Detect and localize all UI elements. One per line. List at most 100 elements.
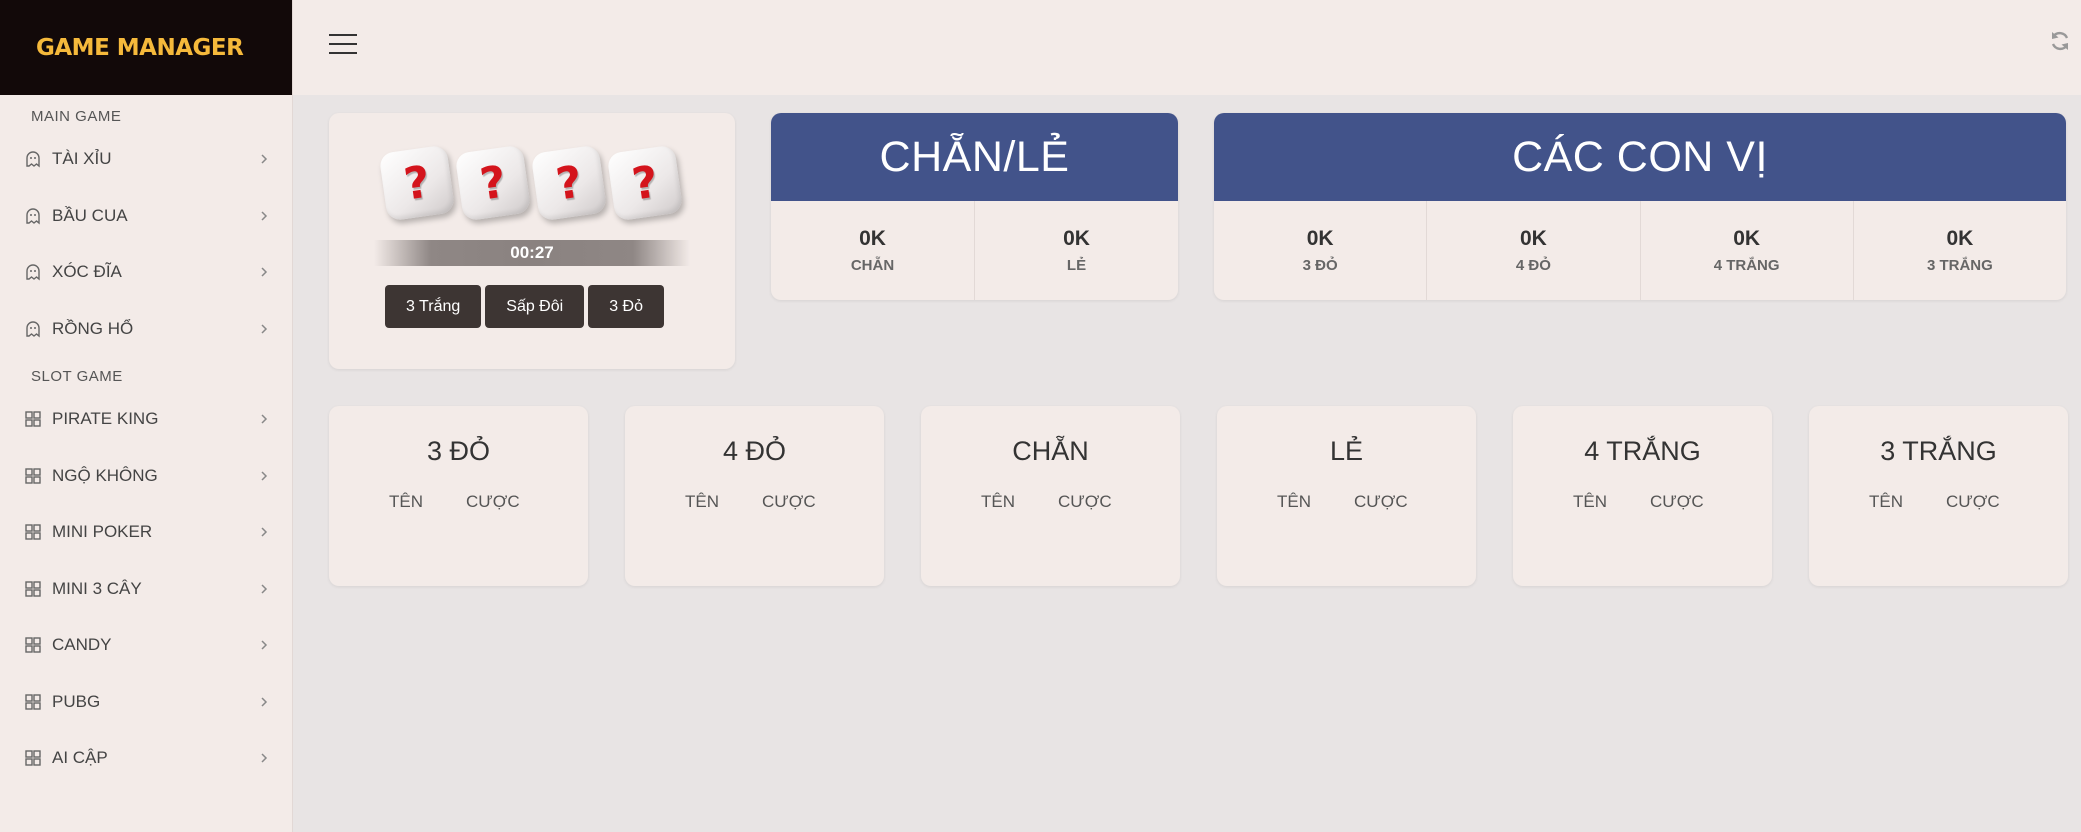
chevron-right-icon <box>258 526 270 538</box>
die-face: ? <box>628 155 662 211</box>
bet-result-columns: TÊN CƯỢC <box>1277 492 1408 512</box>
sidebar-item[interactable]: CANDY <box>0 617 292 674</box>
sidebar: GAME MANAGER MAIN GAME TÀI XỈU BẦU CUA XÓC … <box>0 0 293 832</box>
sidebar-item-label: XÓC ĐĨA <box>52 262 122 282</box>
sidebar-item-label: MINI POKER <box>52 522 153 542</box>
chevron-right-icon <box>258 413 270 425</box>
sidebar-item-label: PIRATE KING <box>52 409 159 429</box>
four-white-total: 0K <box>1733 227 1761 250</box>
bet-result-columns: TÊN CƯỢC <box>1869 492 2000 512</box>
chevron-right-icon <box>258 153 270 165</box>
bet-result-title: 4 ĐỎ <box>722 436 787 466</box>
chevron-right-icon <box>258 266 270 278</box>
ghost-icon <box>24 263 42 281</box>
three-red-button[interactable]: 3 Đỏ <box>588 285 664 328</box>
countdown-bar: 00:27 <box>374 240 690 266</box>
name-column-header: TÊN <box>685 492 719 511</box>
even-label: CHẴN <box>850 257 895 274</box>
sidebar-item-label: PUBG <box>52 691 101 711</box>
sidebar-item[interactable]: XÓC ĐĨA <box>0 244 292 301</box>
grid-icon <box>24 523 42 541</box>
bet-column-header: CƯỢC <box>762 492 816 511</box>
even-cell[interactable]: 0K CHẴN <box>771 201 975 300</box>
bet-result-columns: TÊN CƯỢC <box>981 492 1112 512</box>
name-column-header: TÊN <box>1573 492 1607 511</box>
brand-header: GAME MANAGER <box>0 0 292 95</box>
three-white-button[interactable]: 3 Trắng <box>385 285 482 328</box>
ghost-icon <box>24 207 42 225</box>
three-red-label: 3 ĐỎ <box>1302 257 1338 274</box>
chevron-right-icon <box>258 752 270 764</box>
sidebar-item-label: MINI 3 CÂY <box>52 578 142 598</box>
bet-result-columns: TÊN CƯỢC <box>389 492 520 512</box>
die-face: ? <box>476 155 510 211</box>
bet-result-card: 3 TRẮNG TÊN CƯỢC <box>1809 406 2068 586</box>
bet-result-card: 3 ĐỎ TÊN CƯỢC <box>329 406 588 586</box>
sidebar-item-label: TÀI XỈU <box>52 149 112 169</box>
grid-icon <box>24 410 42 428</box>
four-red-cell[interactable]: 0K 4 ĐỎ <box>1427 201 1641 300</box>
four-red-label: 4 ĐỎ <box>1515 257 1551 274</box>
four-white-cell[interactable]: 0K 4 TRẮNG <box>1641 201 1854 300</box>
sidebar-item-label: RỒNG HỔ <box>52 318 134 338</box>
brand-logo-text[interactable]: GAME MANAGER <box>36 35 244 61</box>
sidebar-item[interactable]: MINI POKER <box>0 504 292 561</box>
bet-column-header: CƯỢC <box>1946 492 2000 511</box>
chevron-right-icon <box>258 323 270 335</box>
three-white-total: 0K <box>1946 227 1974 250</box>
sidebar-item-label: BẦU CUA <box>52 205 128 225</box>
chevron-right-icon <box>258 583 270 595</box>
bet-column-header: CƯỢC <box>1650 492 1704 511</box>
refresh-icon[interactable] <box>2049 30 2071 52</box>
sidebar-item[interactable]: PUBG <box>0 674 292 731</box>
sidebar-item[interactable]: AI CẬP <box>0 730 292 787</box>
bet-result-card: 4 TRẮNG TÊN CƯỢC <box>1513 406 1772 586</box>
countdown-timer: 00:27 <box>510 243 554 262</box>
bet-result-title: 4 TRẮNG <box>1584 436 1701 466</box>
even-odd-title: CHẴN/LẺ <box>771 113 1178 201</box>
die-face: ? <box>552 155 586 211</box>
chevron-right-icon <box>258 696 270 708</box>
combinations-title: CÁC CON VỊ <box>1214 113 2066 201</box>
sidebar-item[interactable]: TÀI XỈU <box>0 131 292 188</box>
ghost-icon <box>24 320 42 338</box>
three-white-cell[interactable]: 0K 3 TRẮNG <box>1854 201 2066 300</box>
chevron-right-icon <box>258 470 270 482</box>
die-face: ? <box>400 155 434 211</box>
menu-toggle-icon[interactable] <box>329 34 357 56</box>
bet-result-title: 3 ĐỎ <box>426 436 491 466</box>
sidebar-item[interactable]: NGỘ KHÔNG <box>0 448 292 505</box>
die: ? <box>606 144 684 222</box>
sidebar-item[interactable]: RỒNG HỔ <box>0 301 292 358</box>
sidebar-item[interactable]: PIRATE KING <box>0 391 292 448</box>
bet-column-header: CƯỢC <box>466 492 520 511</box>
dice-row: ???? <box>378 144 684 222</box>
odd-total: 0K <box>1063 227 1090 250</box>
combinations-cells: 0K 3 ĐỎ 0K 4 ĐỎ 0K 4 TRẮNG 0K 3 TRẮNG <box>1214 201 2066 300</box>
bet-result-title: LẺ <box>1329 436 1364 466</box>
even-total: 0K <box>859 227 886 250</box>
bet-result-title: 3 TRẮNG <box>1880 436 1997 466</box>
four-white-label: 4 TRẮNG <box>1713 257 1780 274</box>
sidebar-item[interactable]: BẦU CUA <box>0 188 292 245</box>
four-red-total: 0K <box>1519 227 1547 250</box>
ghost-icon <box>24 150 42 168</box>
die: ? <box>530 144 608 222</box>
pair-button[interactable]: Sấp Đôi <box>485 285 585 328</box>
sidebar-item[interactable]: MINI 3 CÂY <box>0 561 292 618</box>
bet-column-header: CƯỢC <box>1058 492 1112 511</box>
sidebar-item-label: CANDY <box>52 635 112 655</box>
three-red-cell[interactable]: 0K 3 ĐỎ <box>1214 201 1428 300</box>
dice-card: ???? 00:27 3 Trắng Sấp Đôi 3 Đỏ <box>329 113 735 369</box>
grid-icon <box>24 636 42 654</box>
sidebar-section-label: MAIN GAME <box>31 107 122 125</box>
grid-icon <box>24 693 42 711</box>
die: ? <box>378 144 456 222</box>
die: ? <box>454 144 532 222</box>
name-column-header: TÊN <box>1869 492 1903 511</box>
odd-cell[interactable]: 0K LẺ <box>975 201 1178 300</box>
quick-bet-buttons: 3 Trắng Sấp Đôi 3 Đỏ <box>385 285 664 328</box>
bet-result-title: CHẴN <box>1012 436 1089 466</box>
name-column-header: TÊN <box>1277 492 1311 511</box>
bet-result-columns: TÊN CƯỢC <box>1573 492 1704 512</box>
